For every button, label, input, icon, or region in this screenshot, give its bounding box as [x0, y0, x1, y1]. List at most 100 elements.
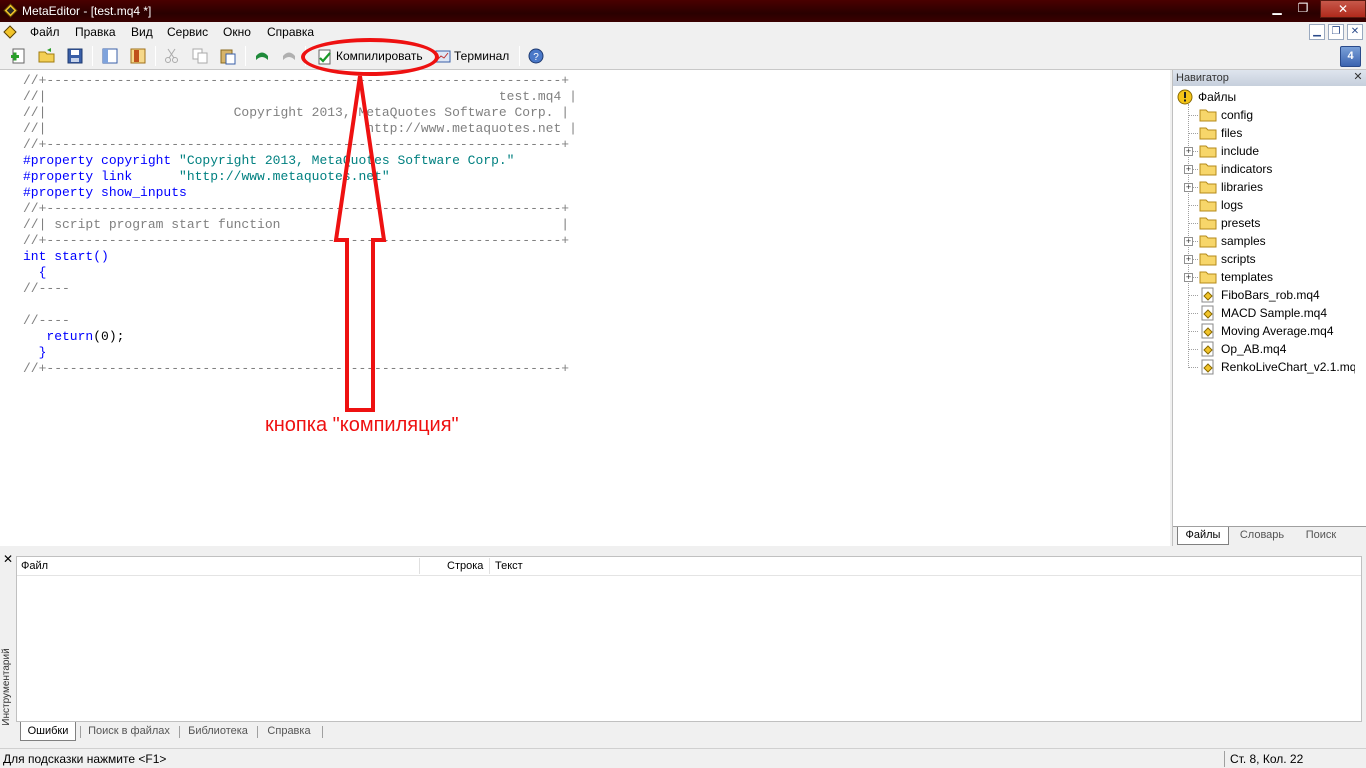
tree-guide-line	[1188, 367, 1198, 368]
code-token: #property show_inputs	[23, 185, 187, 200]
expand-toggle-icon[interactable]: +	[1184, 255, 1193, 264]
folder-icon	[1199, 181, 1217, 194]
vertical-scrollbar[interactable]	[1153, 70, 1170, 546]
mdi-close-button[interactable]: ✕	[1347, 24, 1363, 40]
new-file-icon[interactable]	[10, 47, 28, 65]
column-text[interactable]: Текст	[495, 560, 523, 572]
folder-icon	[1199, 163, 1217, 176]
status-bar: Для подсказки нажмите <F1> Ст. 8, Кол. 2…	[0, 748, 1366, 768]
column-divider[interactable]	[489, 558, 490, 574]
terminal-button[interactable]: Терминал	[432, 46, 516, 67]
redo-icon[interactable]	[280, 47, 298, 65]
folder-icon	[1199, 235, 1217, 248]
code-token: #property copyright	[23, 153, 180, 168]
code-line[interactable]: int start()	[23, 249, 577, 265]
column-line[interactable]: Строка	[447, 560, 483, 572]
mdi-restore-button[interactable]: ❐	[1328, 24, 1344, 40]
title-bar: MetaEditor - [test.mq4 *] ▁ ❐ ✕	[0, 0, 1366, 22]
code-token: //| Copyright 2013, MetaQuotes Software …	[23, 105, 570, 120]
code-line[interactable]: //+-------------------------------------…	[23, 73, 577, 89]
expand-toggle-icon[interactable]: +	[1184, 165, 1193, 174]
cut-icon[interactable]	[163, 47, 181, 65]
menu-file[interactable]: Файл	[30, 25, 60, 39]
tab-errors[interactable]: Ошибки	[20, 722, 76, 741]
tree-guide-line	[1188, 205, 1198, 206]
help-context-icon[interactable]: ?	[527, 47, 545, 65]
errors-list-header: Файл Строка Текст	[17, 557, 1361, 576]
toolbox-close-icon[interactable]: ✕	[3, 552, 13, 566]
code-token: return	[23, 329, 94, 344]
tab-search[interactable]: Поиск	[1295, 527, 1347, 545]
navigator-scrollbar[interactable]	[1355, 86, 1366, 530]
code-token: {	[23, 265, 47, 280]
tab-dictionary[interactable]: Словарь	[1231, 527, 1293, 545]
menu-help[interactable]: Справка	[267, 25, 314, 39]
toolbar-separator	[155, 46, 156, 66]
code-line[interactable]: }	[23, 345, 577, 361]
annotation-arrow-icon	[333, 75, 387, 412]
code-line[interactable]: //----	[23, 313, 577, 329]
code-line[interactable]: //| http://www.metaquotes.net |	[23, 121, 577, 137]
code-line[interactable]: //| script program start function |	[23, 217, 577, 233]
tree-item-label: scripts	[1221, 252, 1256, 266]
code-token: //+-------------------------------------…	[23, 201, 570, 216]
expand-toggle-icon[interactable]: +	[1184, 183, 1193, 192]
code-line[interactable]: #property link "http://www.metaquotes.ne…	[23, 169, 577, 185]
code-line[interactable]	[23, 297, 577, 313]
code-line[interactable]: #property show_inputs	[23, 185, 577, 201]
toolbar-separator	[519, 46, 520, 66]
tab-files[interactable]: Файлы	[1177, 527, 1229, 545]
code-line[interactable]: //+-------------------------------------…	[23, 201, 577, 217]
copy-icon[interactable]	[191, 47, 209, 65]
code-line[interactable]: //| test.mq4 |	[23, 89, 577, 105]
annotation-label: кнопка "компиляция"	[265, 414, 459, 436]
code-line[interactable]: #property copyright "Copyright 2013, Met…	[23, 153, 577, 169]
tab-help[interactable]: Справка	[260, 722, 318, 741]
tree-item-label: templates	[1221, 270, 1274, 284]
menu-edit[interactable]: Правка	[75, 25, 116, 39]
code-token: //| http://www.metaquotes.net |	[23, 121, 577, 136]
expand-toggle-icon[interactable]: +	[1184, 237, 1193, 246]
navigator-toggle-icon[interactable]	[101, 47, 119, 65]
code-token: //| test.mq4 |	[23, 89, 577, 104]
column-divider[interactable]	[419, 558, 420, 574]
menu-service[interactable]: Сервис	[167, 25, 208, 39]
warning-icon	[1177, 89, 1193, 105]
save-icon[interactable]	[66, 47, 84, 65]
menu-window[interactable]: Окно	[223, 25, 251, 39]
tree-item-label: include	[1221, 144, 1260, 158]
navigator-panel: Навигатор ✕ Файлы config files + include + in…	[1172, 70, 1366, 546]
undo-icon[interactable]	[253, 47, 271, 65]
expand-toggle-icon[interactable]: +	[1184, 147, 1193, 156]
code-line[interactable]: {	[23, 265, 577, 281]
document-menu-icon[interactable]	[3, 25, 17, 39]
tab-library[interactable]: Библиотека	[182, 722, 254, 741]
paste-icon[interactable]	[219, 47, 237, 65]
code-editor[interactable]: //+-------------------------------------…	[0, 70, 1170, 616]
expand-toggle-icon[interactable]: +	[1184, 273, 1193, 282]
code-line[interactable]: //+-------------------------------------…	[23, 361, 577, 377]
navigator-close-icon[interactable]: ✕	[1351, 71, 1365, 85]
mq4-file-icon	[1201, 359, 1214, 375]
code-line[interactable]: return(0);	[23, 329, 577, 345]
mdi-minimize-button[interactable]: ▁	[1309, 24, 1325, 40]
code-text[interactable]: //+-------------------------------------…	[23, 73, 577, 377]
toolbox-side: ✕ Инструментарий	[0, 550, 16, 744]
tab-find-in-files[interactable]: Поиск в файлах	[82, 722, 176, 741]
folder-icon	[1199, 145, 1217, 158]
maximize-button[interactable]: ❐	[1288, 0, 1318, 18]
code-line[interactable]: //+-------------------------------------…	[23, 233, 577, 249]
tree-guide-line	[1188, 331, 1198, 332]
code-line[interactable]: //----	[23, 281, 577, 297]
toolbox-toggle-icon[interactable]	[129, 47, 147, 65]
column-file[interactable]: Файл	[21, 560, 48, 572]
code-line[interactable]: //+-------------------------------------…	[23, 137, 577, 153]
open-folder-icon[interactable]	[38, 47, 56, 65]
close-button[interactable]: ✕	[1320, 0, 1366, 18]
code-line[interactable]: //| Copyright 2013, MetaQuotes Software …	[23, 105, 577, 121]
menu-view[interactable]: Вид	[131, 25, 153, 39]
tree-root-label: Файлы	[1198, 90, 1237, 104]
tree-item-label: config	[1221, 108, 1254, 122]
errors-list[interactable]: Файл Строка Текст	[16, 556, 1362, 722]
notification-badge[interactable]: 4	[1340, 46, 1361, 67]
